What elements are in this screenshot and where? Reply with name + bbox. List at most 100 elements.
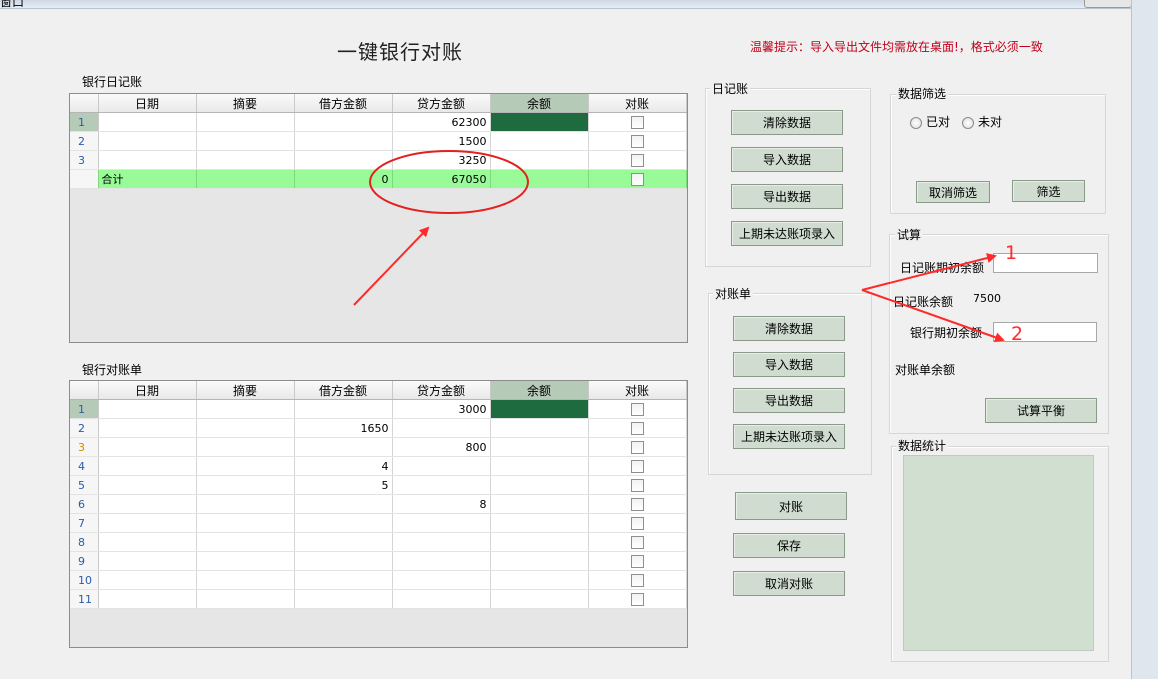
balance-cell[interactable] — [490, 475, 589, 495]
radio-icon[interactable] — [910, 116, 922, 129]
summary-cell[interactable] — [196, 494, 295, 514]
credit-cell[interactable] — [392, 475, 491, 495]
col-balance[interactable]: 余额 — [490, 381, 589, 400]
credit-cell[interactable] — [392, 589, 491, 609]
date-cell[interactable] — [98, 475, 197, 495]
checkbox-icon[interactable] — [630, 421, 644, 435]
balance-cell[interactable] — [490, 418, 589, 438]
checkbox-icon[interactable] — [630, 402, 644, 416]
balance-cell[interactable] — [490, 570, 589, 590]
col-date[interactable]: 日期 — [98, 381, 197, 400]
reconciled-cell[interactable] — [588, 475, 687, 495]
reconcile-button[interactable]: 对账 — [735, 492, 847, 520]
summary-cell[interactable] — [196, 131, 295, 151]
summary-cell[interactable] — [196, 513, 295, 533]
row-number[interactable]: 4 — [70, 456, 99, 476]
credit-cell[interactable] — [392, 418, 491, 438]
save-button[interactable]: 保存 — [733, 533, 845, 558]
debit-cell[interactable] — [294, 551, 393, 571]
col-balance[interactable]: 余额 — [490, 94, 589, 113]
table-row[interactable]: 68 — [70, 494, 687, 514]
date-cell[interactable] — [98, 570, 197, 590]
debit-cell[interactable]: 5 — [294, 475, 393, 495]
table-row[interactable]: 44 — [70, 456, 687, 476]
table-row[interactable]: 9 — [70, 551, 687, 571]
balance-cell[interactable] — [490, 112, 589, 132]
col-debit[interactable]: 借方金额 — [294, 94, 393, 113]
row-number[interactable]: 10 — [70, 570, 99, 590]
balance-cell[interactable] — [490, 399, 589, 419]
debit-cell[interactable]: 4 — [294, 456, 393, 476]
checkbox-icon[interactable] — [630, 592, 644, 606]
filter-option-undone[interactable]: 未对 — [962, 113, 1002, 130]
reconciled-cell[interactable] — [588, 513, 687, 533]
checkbox-icon[interactable] — [630, 172, 644, 186]
row-number[interactable]: 7 — [70, 513, 99, 533]
debit-cell[interactable] — [294, 150, 393, 170]
row-number[interactable]: 5 — [70, 475, 99, 495]
debit-cell[interactable] — [294, 112, 393, 132]
radio-icon[interactable] — [962, 116, 974, 129]
date-cell[interactable] — [98, 589, 197, 609]
table-row[interactable]: 3 3250 — [70, 150, 687, 170]
credit-cell[interactable] — [392, 532, 491, 552]
row-number[interactable]: 3 — [70, 437, 99, 457]
summary-cell[interactable] — [196, 437, 295, 457]
date-cell[interactable] — [98, 418, 197, 438]
debit-cell[interactable] — [294, 131, 393, 151]
table-row[interactable]: 2 1500 — [70, 131, 687, 151]
summary-cell[interactable] — [196, 112, 295, 132]
credit-cell[interactable]: 3000 — [392, 399, 491, 419]
credit-cell[interactable]: 800 — [392, 437, 491, 457]
journal-import-button[interactable]: 导入数据 — [731, 147, 843, 172]
checkbox-icon[interactable] — [630, 115, 644, 129]
summary-cell[interactable] — [196, 456, 295, 476]
statement-grid[interactable]: 日期 摘要 借方金额 贷方金额 余额 对账 1 3000 2 1650 3 800 4 4 5 5… — [69, 380, 688, 648]
credit-cell[interactable] — [392, 570, 491, 590]
checkbox-icon[interactable] — [630, 440, 644, 454]
statement-carryover-button[interactable]: 上期未达账项录入 — [733, 424, 845, 449]
credit-cell[interactable]: 3250 — [392, 150, 491, 170]
col-debit[interactable]: 借方金额 — [294, 381, 393, 400]
checkbox-icon[interactable] — [630, 497, 644, 511]
journal-carryover-button[interactable]: 上期未达账项录入 — [731, 221, 843, 246]
credit-cell[interactable] — [392, 551, 491, 571]
row-number[interactable]: 6 — [70, 494, 99, 514]
balance-cell[interactable] — [490, 513, 589, 533]
table-row[interactable]: 7 — [70, 513, 687, 533]
credit-cell[interactable] — [392, 456, 491, 476]
date-cell[interactable] — [98, 494, 197, 514]
balance-cell[interactable] — [490, 150, 589, 170]
summary-cell[interactable] — [196, 399, 295, 419]
checkbox-icon[interactable] — [630, 153, 644, 167]
bank-opening-input[interactable] — [993, 322, 1097, 342]
summary-cell[interactable] — [196, 551, 295, 571]
balance-cell[interactable] — [490, 551, 589, 571]
checkbox-icon[interactable] — [630, 134, 644, 148]
summary-cell[interactable] — [196, 418, 295, 438]
checkbox-icon[interactable] — [630, 535, 644, 549]
col-credit[interactable]: 贷方金额 — [392, 94, 491, 113]
checkbox-icon[interactable] — [630, 459, 644, 473]
date-cell[interactable] — [98, 551, 197, 571]
summary-cell[interactable] — [196, 475, 295, 495]
balance-cell[interactable] — [490, 437, 589, 457]
summary-cell[interactable] — [196, 532, 295, 552]
row-number[interactable]: 2 — [70, 131, 99, 151]
debit-cell[interactable] — [294, 437, 393, 457]
col-date[interactable]: 日期 — [98, 94, 197, 113]
cancel-filter-button[interactable]: 取消筛选 — [916, 181, 990, 203]
row-number[interactable]: 8 — [70, 532, 99, 552]
table-row[interactable]: 1 62300 — [70, 112, 687, 132]
table-row[interactable]: 55 — [70, 475, 687, 495]
statement-import-button[interactable]: 导入数据 — [733, 352, 845, 377]
balance-cell[interactable] — [490, 494, 589, 514]
statement-clear-button[interactable]: 清除数据 — [733, 316, 845, 341]
date-cell[interactable] — [98, 532, 197, 552]
reconciled-cell[interactable] — [588, 589, 687, 609]
close-window-button[interactable] — [1084, 0, 1132, 8]
checkbox-icon[interactable] — [630, 573, 644, 587]
date-cell[interactable] — [98, 150, 197, 170]
table-row[interactable]: 8 — [70, 532, 687, 552]
reconciled-cell[interactable] — [588, 551, 687, 571]
